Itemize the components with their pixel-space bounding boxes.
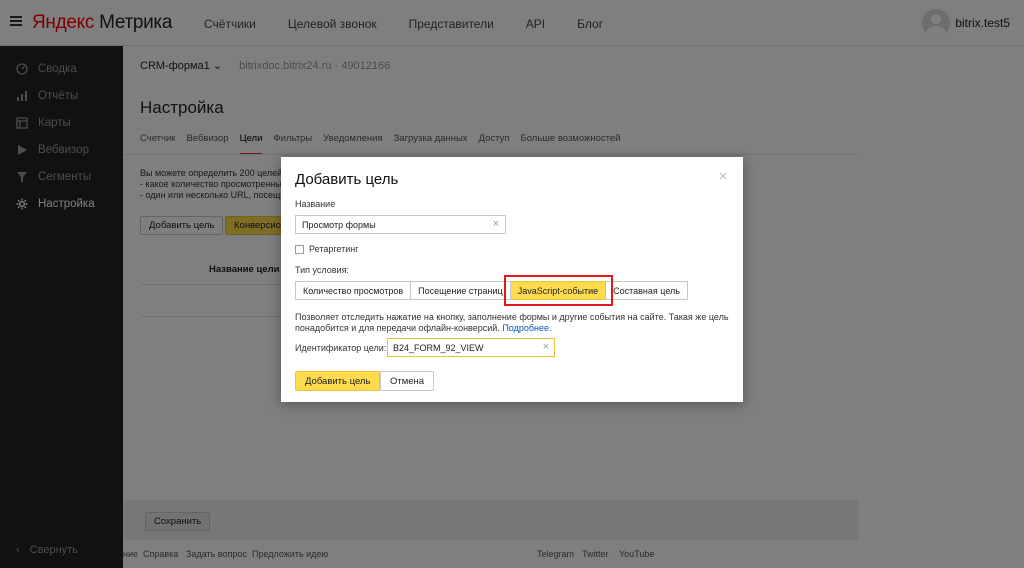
add-goal-submit-button[interactable]: Добавить цель [295,371,381,391]
close-icon[interactable]: × [717,169,729,184]
name-label: Название [295,199,336,209]
retargeting-label: Ретаргетинг [309,244,359,254]
condition-page-visit[interactable]: Посещение страниц [411,281,511,300]
cancel-button[interactable]: Отмена [380,371,435,391]
help-line: понадобится и для передачи офлайн-конвер… [295,323,500,333]
clear-icon[interactable]: × [493,218,499,230]
retargeting-checkbox[interactable] [295,244,304,254]
dialog-title: Добавить цель [295,171,399,188]
more-info-link[interactable]: Подробнее. [502,323,551,333]
clear-icon[interactable]: × [543,341,549,353]
help-line: Позволяет отследить нажатие на кнопку, з… [295,312,729,322]
goal-name-value: Просмотр формы [302,220,376,230]
goal-id-label: Идентификатор цели: [295,343,387,353]
highlight-box [504,275,613,306]
goal-id-value: B24_FORM_92_VIEW [393,343,484,353]
condition-type-label: Тип условия: [295,265,349,275]
goal-id-input[interactable]: B24_FORM_92_VIEW × [387,338,555,357]
condition-views[interactable]: Количество просмотров [295,281,412,300]
retargeting-checkbox-row[interactable]: Ретаргетинг [295,244,359,254]
condition-composite[interactable]: Составная цель [606,281,688,300]
goal-name-input[interactable]: Просмотр формы × [295,215,506,234]
condition-type-selector: Количество просмотров Посещение страниц … [295,281,688,300]
condition-help-text: Позволяет отследить нажатие на кнопку, з… [295,312,735,334]
add-goal-dialog: Добавить цель × Название Просмотр формы … [281,157,743,402]
